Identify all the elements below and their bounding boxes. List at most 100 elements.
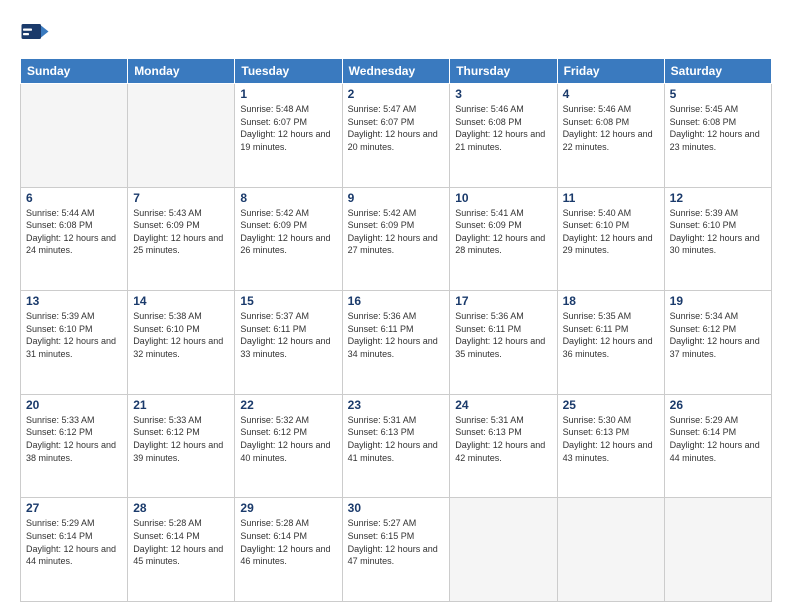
calendar-cell: 14Sunrise: 5:38 AM Sunset: 6:10 PM Dayli… — [128, 291, 235, 395]
day-number: 3 — [455, 87, 551, 101]
calendar-cell — [21, 84, 128, 188]
day-number: 25 — [563, 398, 659, 412]
calendar-week-2: 6 Sunrise: 5:44 AM Sunset: 6:08 PM Daylig… — [21, 187, 772, 291]
day-info: Sunrise: 5:41 AM Sunset: 6:09 PM Dayligh… — [455, 207, 551, 257]
calendar-cell: 8 Sunrise: 5:42 AM Sunset: 6:09 PM Daylig… — [235, 187, 342, 291]
day-number: 11 — [563, 191, 659, 205]
calendar-cell: 3 Sunrise: 5:46 AM Sunset: 6:08 PM Daylig… — [450, 84, 557, 188]
day-number: 18 — [563, 294, 659, 308]
day-info: Sunrise: 5:31 AM Sunset: 6:13 PM Dayligh… — [455, 414, 551, 464]
day-info: Sunrise: 5:36 AM Sunset: 6:11 PM Dayligh… — [455, 310, 551, 360]
day-number: 29 — [240, 501, 336, 515]
weekday-header-row: SundayMondayTuesdayWednesdayThursdayFrid… — [21, 59, 772, 84]
day-info: Sunrise: 5:33 AM Sunset: 6:12 PM Dayligh… — [26, 414, 122, 464]
weekday-monday: Monday — [128, 59, 235, 84]
day-number: 6 — [26, 191, 122, 205]
calendar-cell: 27 Sunrise: 5:29 AM Sunset: 6:14 PM Dayli… — [21, 498, 128, 602]
calendar-cell: 12Sunrise: 5:39 AM Sunset: 6:10 PM Dayli… — [664, 187, 771, 291]
day-info: Sunrise: 5:48 AM Sunset: 6:07 PM Dayligh… — [240, 103, 336, 153]
day-number: 12 — [670, 191, 766, 205]
calendar-cell: 6 Sunrise: 5:44 AM Sunset: 6:08 PM Daylig… — [21, 187, 128, 291]
day-info: Sunrise: 5:29 AM Sunset: 6:14 PM Dayligh… — [670, 414, 766, 464]
day-number: 7 — [133, 191, 229, 205]
day-number: 10 — [455, 191, 551, 205]
day-info: Sunrise: 5:47 AM Sunset: 6:07 PM Dayligh… — [348, 103, 445, 153]
calendar-cell: 24 Sunrise: 5:31 AM Sunset: 6:13 PM Dayli… — [450, 394, 557, 498]
day-info: Sunrise: 5:46 AM Sunset: 6:08 PM Dayligh… — [455, 103, 551, 153]
day-info: Sunrise: 5:36 AM Sunset: 6:11 PM Dayligh… — [348, 310, 445, 360]
calendar-body: 1Sunrise: 5:48 AM Sunset: 6:07 PM Daylig… — [21, 84, 772, 602]
day-number: 8 — [240, 191, 336, 205]
day-number: 9 — [348, 191, 445, 205]
weekday-sunday: Sunday — [21, 59, 128, 84]
day-number: 2 — [348, 87, 445, 101]
day-info: Sunrise: 5:42 AM Sunset: 6:09 PM Dayligh… — [240, 207, 336, 257]
day-number: 24 — [455, 398, 551, 412]
day-number: 16 — [348, 294, 445, 308]
calendar-week-4: 20 Sunrise: 5:33 AM Sunset: 6:12 PM Dayli… — [21, 394, 772, 498]
calendar-cell: 1Sunrise: 5:48 AM Sunset: 6:07 PM Daylig… — [235, 84, 342, 188]
calendar-cell: 21 Sunrise: 5:33 AM Sunset: 6:12 PM Dayli… — [128, 394, 235, 498]
day-number: 28 — [133, 501, 229, 515]
day-number: 27 — [26, 501, 122, 515]
day-info: Sunrise: 5:37 AM Sunset: 6:11 PM Dayligh… — [240, 310, 336, 360]
header — [20, 18, 772, 48]
calendar-header: SundayMondayTuesdayWednesdayThursdayFrid… — [21, 59, 772, 84]
weekday-friday: Friday — [557, 59, 664, 84]
day-info: Sunrise: 5:35 AM Sunset: 6:11 PM Dayligh… — [563, 310, 659, 360]
calendar-cell: 2 Sunrise: 5:47 AM Sunset: 6:07 PM Daylig… — [342, 84, 450, 188]
day-info: Sunrise: 5:31 AM Sunset: 6:13 PM Dayligh… — [348, 414, 445, 464]
day-info: Sunrise: 5:40 AM Sunset: 6:10 PM Dayligh… — [563, 207, 659, 257]
day-info: Sunrise: 5:34 AM Sunset: 6:12 PM Dayligh… — [670, 310, 766, 360]
day-info: Sunrise: 5:44 AM Sunset: 6:08 PM Dayligh… — [26, 207, 122, 257]
day-number: 14 — [133, 294, 229, 308]
weekday-saturday: Saturday — [664, 59, 771, 84]
day-number: 26 — [670, 398, 766, 412]
day-info: Sunrise: 5:45 AM Sunset: 6:08 PM Dayligh… — [670, 103, 766, 153]
day-info: Sunrise: 5:32 AM Sunset: 6:12 PM Dayligh… — [240, 414, 336, 464]
day-number: 17 — [455, 294, 551, 308]
calendar-cell: 5Sunrise: 5:45 AM Sunset: 6:08 PM Daylig… — [664, 84, 771, 188]
day-number: 30 — [348, 501, 445, 515]
calendar-cell — [664, 498, 771, 602]
calendar-cell — [128, 84, 235, 188]
weekday-tuesday: Tuesday — [235, 59, 342, 84]
calendar-cell: 9 Sunrise: 5:42 AM Sunset: 6:09 PM Daylig… — [342, 187, 450, 291]
calendar-week-3: 13 Sunrise: 5:39 AM Sunset: 6:10 PM Dayli… — [21, 291, 772, 395]
logo-icon — [20, 18, 50, 48]
day-info: Sunrise: 5:33 AM Sunset: 6:12 PM Dayligh… — [133, 414, 229, 464]
calendar-cell: 16 Sunrise: 5:36 AM Sunset: 6:11 PM Dayli… — [342, 291, 450, 395]
day-info: Sunrise: 5:29 AM Sunset: 6:14 PM Dayligh… — [26, 517, 122, 567]
day-number: 4 — [563, 87, 659, 101]
calendar-cell: 28 Sunrise: 5:28 AM Sunset: 6:14 PM Dayli… — [128, 498, 235, 602]
day-info: Sunrise: 5:43 AM Sunset: 6:09 PM Dayligh… — [133, 207, 229, 257]
day-number: 20 — [26, 398, 122, 412]
day-info: Sunrise: 5:39 AM Sunset: 6:10 PM Dayligh… — [26, 310, 122, 360]
calendar-cell: 30 Sunrise: 5:27 AM Sunset: 6:15 PM Dayli… — [342, 498, 450, 602]
calendar-cell: 22Sunrise: 5:32 AM Sunset: 6:12 PM Dayli… — [235, 394, 342, 498]
day-info: Sunrise: 5:27 AM Sunset: 6:15 PM Dayligh… — [348, 517, 445, 567]
logo — [20, 18, 54, 48]
calendar-cell: 10 Sunrise: 5:41 AM Sunset: 6:09 PM Dayli… — [450, 187, 557, 291]
day-info: Sunrise: 5:30 AM Sunset: 6:13 PM Dayligh… — [563, 414, 659, 464]
weekday-thursday: Thursday — [450, 59, 557, 84]
calendar-cell: 15 Sunrise: 5:37 AM Sunset: 6:11 PM Dayli… — [235, 291, 342, 395]
day-info: Sunrise: 5:28 AM Sunset: 6:14 PM Dayligh… — [133, 517, 229, 567]
calendar-cell: 7 Sunrise: 5:43 AM Sunset: 6:09 PM Daylig… — [128, 187, 235, 291]
calendar-week-1: 1Sunrise: 5:48 AM Sunset: 6:07 PM Daylig… — [21, 84, 772, 188]
calendar-cell: 26 Sunrise: 5:29 AM Sunset: 6:14 PM Dayli… — [664, 394, 771, 498]
day-number: 13 — [26, 294, 122, 308]
calendar-cell — [450, 498, 557, 602]
day-info: Sunrise: 5:46 AM Sunset: 6:08 PM Dayligh… — [563, 103, 659, 153]
calendar-cell: 20 Sunrise: 5:33 AM Sunset: 6:12 PM Dayli… — [21, 394, 128, 498]
calendar-cell: 17 Sunrise: 5:36 AM Sunset: 6:11 PM Dayli… — [450, 291, 557, 395]
calendar-cell: 18 Sunrise: 5:35 AM Sunset: 6:11 PM Dayli… — [557, 291, 664, 395]
calendar-week-5: 27 Sunrise: 5:29 AM Sunset: 6:14 PM Dayli… — [21, 498, 772, 602]
day-number: 21 — [133, 398, 229, 412]
day-info: Sunrise: 5:42 AM Sunset: 6:09 PM Dayligh… — [348, 207, 445, 257]
calendar-cell — [557, 498, 664, 602]
weekday-wednesday: Wednesday — [342, 59, 450, 84]
calendar-cell: 13 Sunrise: 5:39 AM Sunset: 6:10 PM Dayli… — [21, 291, 128, 395]
day-number: 19 — [670, 294, 766, 308]
day-number: 15 — [240, 294, 336, 308]
